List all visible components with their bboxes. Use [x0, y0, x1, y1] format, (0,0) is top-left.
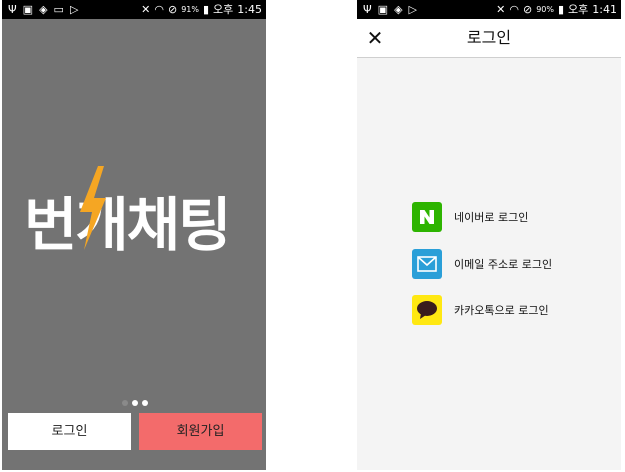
time-ampm: 오후 [568, 3, 589, 16]
status-bar: Ψ ▣ ◈ ▷ ✕ ◠ ⊘ 90% ▮ 오후 1:41 [357, 0, 621, 19]
notification-icon: ▣ [377, 3, 389, 16]
kakao-icon [412, 295, 442, 325]
login-button[interactable]: 로그인 [8, 413, 131, 450]
no-signal-icon: ⊘ [167, 3, 178, 16]
play-icon: ▷ [408, 3, 418, 16]
app-logo-text: 번개채팅 [24, 191, 231, 259]
lightning-bolt-icon [80, 166, 106, 250]
close-icon[interactable]: ✕ [363, 25, 387, 51]
wifi-icon: ◠ [154, 3, 164, 16]
page-dot [132, 400, 138, 406]
status-bar: Ψ ▣ ◈ ▭ ▷ ✕ ◠ ⊘ 91% ▮ 오후 1:45 [2, 0, 266, 19]
page-dot-active [142, 400, 148, 406]
naver-icon [412, 202, 442, 232]
naver-login-button[interactable]: 네이버로 로그인 [412, 202, 528, 232]
login-screen: Ψ ▣ ◈ ▷ ✕ ◠ ⊘ 90% ▮ 오후 1:41 로그인 ✕ 네이버로 로… [357, 0, 621, 470]
naver-n-glyph [420, 210, 434, 224]
image-icon: ▭ [53, 3, 64, 16]
no-signal-icon: ⊘ [522, 3, 533, 16]
email-login-label: 이메일 주소로 로그인 [454, 258, 553, 271]
battery-percent: 90% [536, 5, 554, 14]
shield-icon: ◈ [39, 3, 48, 16]
email-login-button[interactable]: 이메일 주소로 로그인 [412, 249, 552, 279]
page-indicator [122, 400, 148, 406]
usb-icon: Ψ [8, 3, 17, 16]
page-title: 로그인 [466, 28, 512, 47]
splash-screen: Ψ ▣ ◈ ▭ ▷ ✕ ◠ ⊘ 91% ▮ 오후 1:45 번개채팅 로그인 회… [2, 0, 266, 470]
speech-bubble-glyph [417, 301, 437, 319]
mute-icon: ✕ [496, 3, 506, 16]
time: 1:41 [592, 3, 617, 16]
envelope-glyph [417, 256, 437, 272]
kakao-login-label: 카카오톡으로 로그인 [454, 304, 549, 317]
battery-percent: 91% [181, 5, 199, 14]
play-icon: ▷ [69, 3, 79, 16]
shield-icon: ◈ [394, 3, 403, 16]
signup-button[interactable]: 회원가입 [139, 413, 262, 450]
notification-icon: ▣ [22, 3, 34, 16]
app-bar: 로그인 ✕ [357, 19, 621, 58]
naver-login-label: 네이버로 로그인 [454, 211, 529, 224]
time: 1:45 [237, 3, 262, 16]
wifi-icon: ◠ [509, 3, 519, 16]
battery-icon: ▮ [557, 3, 565, 16]
usb-icon: Ψ [363, 3, 372, 16]
mail-icon [412, 249, 442, 279]
page-dot [122, 400, 128, 406]
battery-icon: ▮ [202, 3, 210, 16]
kakao-login-button[interactable]: 카카오톡으로 로그인 [412, 295, 549, 325]
mute-icon: ✕ [141, 3, 151, 16]
time-ampm: 오후 [213, 3, 234, 16]
